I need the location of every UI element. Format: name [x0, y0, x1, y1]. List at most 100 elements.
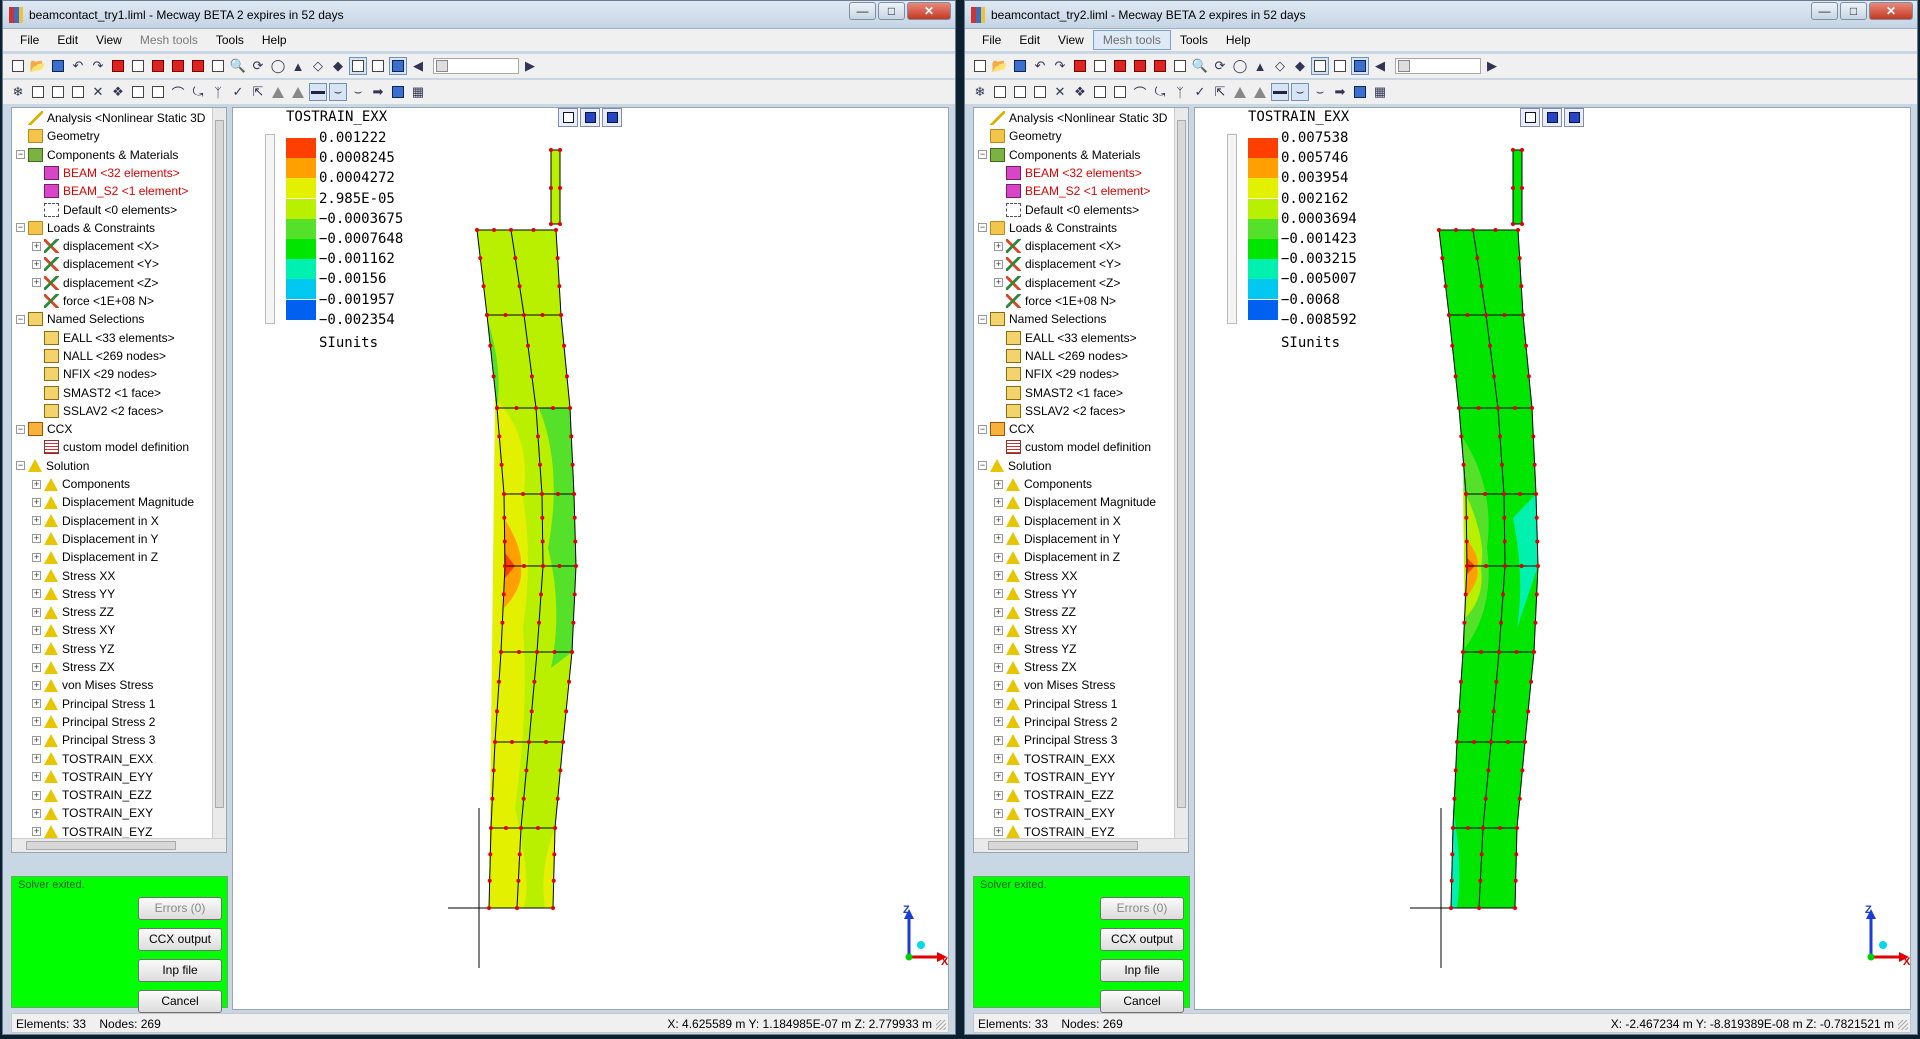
show-edges-icon[interactable] [1271, 83, 1289, 101]
undo-icon[interactable]: ↶ [69, 57, 87, 75]
close-button[interactable]: ✕ [907, 2, 951, 20]
menu-mesh-tools[interactable]: Mesh tools [131, 31, 207, 49]
tree-item-loads-constraints[interactable]: − Loads & Constraints [16, 219, 155, 237]
open-folder-icon[interactable]: 📂 [29, 57, 47, 75]
show-undeformed-icon[interactable]: ⌣ [1311, 83, 1329, 101]
view-direction-icon[interactable]: ▲ [1251, 57, 1269, 75]
tree-expander[interactable]: + [32, 754, 41, 763]
tree-expander[interactable]: + [32, 589, 41, 599]
tree-expander[interactable]: + [32, 516, 41, 526]
tree-item-force[interactable]: force <1E+08 N> [32, 292, 154, 310]
tree-expander[interactable]: − [978, 424, 987, 434]
triangle-icon[interactable] [1251, 83, 1269, 101]
menu-mesh-tools[interactable]: Mesh tools [1092, 30, 1171, 50]
tree-expander[interactable]: − [16, 150, 25, 160]
minimize-button[interactable]: — [1811, 2, 1838, 20]
copy-elements-icon[interactable] [29, 83, 47, 101]
tree-expander[interactable]: + [32, 790, 41, 800]
tree-item-tostrain-ezz[interactable]: + TOSTRAIN_EZZ [32, 786, 152, 804]
new-file-icon[interactable] [971, 57, 989, 75]
slider-knob[interactable] [436, 60, 448, 72]
tree-item-loads-constraints[interactable]: − Loads & Constraints [978, 219, 1117, 237]
solve-icon[interactable] [1071, 57, 1089, 75]
tree-item-beam-s2[interactable]: BEAM_S2 <1 element> [994, 182, 1150, 200]
show-loads-icon[interactable]: ➡ [1331, 83, 1349, 101]
tree-expander[interactable]: + [32, 278, 41, 288]
tree-expander[interactable]: + [994, 772, 1003, 782]
tree-horizontal-scrollbar[interactable] [974, 838, 1188, 852]
tree-item-displacement-in-z[interactable]: + Displacement in Z [32, 548, 158, 566]
tree-item-eall[interactable]: EALL <33 elements> [32, 329, 175, 347]
select-mode-icon[interactable] [129, 57, 147, 75]
tree-item-analysis[interactable]: Analysis <Nonlinear Static 3D [978, 109, 1167, 127]
tree-expander[interactable]: + [32, 571, 41, 580]
sweep-icon[interactable]: ⤿ [189, 83, 207, 101]
tree-expander[interactable]: + [32, 827, 41, 837]
tree-item-ccx[interactable]: − CCX [978, 420, 1034, 438]
tree-expander[interactable]: + [994, 571, 1003, 580]
fork-icon[interactable]: ᛉ [209, 83, 227, 101]
inp-file-button[interactable]: Inp file [138, 959, 222, 982]
cube-icon[interactable] [69, 83, 87, 101]
zoom-icon[interactable]: 🔍 [229, 57, 247, 75]
tree-item-displacement-in-y[interactable]: + Displacement in Y [32, 530, 159, 548]
tree-expander[interactable]: + [994, 278, 1003, 288]
tree-item-components[interactable]: + Components [994, 475, 1092, 493]
select-face-icon[interactable] [169, 57, 187, 75]
menu-view[interactable]: View [1049, 31, 1093, 49]
menu-edit[interactable]: Edit [48, 31, 87, 49]
tree-expander[interactable]: − [978, 223, 987, 233]
revolve-icon[interactable]: ⌒ [1131, 83, 1149, 101]
tree-item-solution[interactable]: − Solution [16, 457, 89, 475]
undo-icon[interactable]: ↶ [1031, 57, 1049, 75]
tree-expander[interactable]: + [994, 808, 1003, 818]
tree-item-custom[interactable]: custom model definition [32, 438, 189, 456]
tree-expander[interactable]: + [994, 827, 1003, 837]
tree-expander[interactable]: + [32, 497, 41, 507]
show-undeformed-icon[interactable]: ⌣ [349, 83, 367, 101]
extrude-icon[interactable] [149, 83, 167, 101]
mirror-icon[interactable] [1231, 83, 1249, 101]
show-loads-icon[interactable]: ➡ [369, 83, 387, 101]
scroll-left-icon[interactable]: ◀ [409, 57, 427, 75]
scale-icon[interactable]: ⇱ [1211, 83, 1229, 101]
maximize-button[interactable]: □ [1840, 2, 1867, 20]
zoom-fit-icon[interactable]: ◯ [1231, 57, 1249, 75]
tree-item-beam[interactable]: BEAM <32 elements> [994, 164, 1142, 182]
tree-item-sslav2[interactable]: SSLAV2 <2 faces> [32, 402, 164, 420]
mesh-view-icon[interactable] [389, 57, 407, 75]
tree-expander[interactable]: + [994, 735, 1003, 745]
tree-item-eall[interactable]: EALL <33 elements> [994, 329, 1137, 347]
resize-grip[interactable] [936, 1020, 946, 1030]
transparency-slider[interactable] [433, 58, 519, 74]
tree-item-principal-stress-3[interactable]: + Principal Stress 3 [994, 731, 1117, 749]
tree-expander[interactable]: + [32, 699, 41, 709]
tree-item-disp-z[interactable]: + displacement <Z> [32, 274, 158, 292]
tree-expander[interactable]: + [994, 259, 1003, 269]
tree-expander[interactable]: + [32, 662, 41, 672]
menu-help[interactable]: Help [1217, 31, 1260, 49]
sweep-icon[interactable]: ⤿ [1151, 83, 1169, 101]
tree-expander[interactable]: − [978, 150, 987, 160]
tree-item-nall[interactable]: NALL <269 nodes> [32, 347, 166, 365]
title-bar[interactable]: beamcontact_try2.liml - Mecway BETA 2 ex… [965, 1, 1917, 29]
view-direction-icon[interactable]: ▲ [289, 57, 307, 75]
tree-expander[interactable]: + [994, 552, 1003, 562]
tree-item-named-selections[interactable]: − Named Selections [16, 310, 144, 328]
tree-item-displacement-magnitude[interactable]: + Displacement Magnitude [32, 493, 194, 511]
tree-expander[interactable]: + [994, 497, 1003, 507]
select-node-icon[interactable] [1151, 57, 1169, 75]
tree-vertical-scrollbar[interactable] [1174, 108, 1188, 852]
tree-vertical-scrollbar[interactable] [212, 108, 226, 852]
tree-expander[interactable]: + [994, 662, 1003, 672]
tree-hscroll-thumb[interactable] [26, 841, 176, 850]
tree-expander[interactable]: − [978, 314, 987, 324]
cancel-button[interactable]: Cancel [138, 990, 222, 1013]
cancel-button[interactable]: Cancel [1100, 990, 1184, 1013]
tree-expander[interactable]: + [994, 479, 1003, 489]
split-icon[interactable] [1091, 83, 1109, 101]
tree-item-tostrain-exx[interactable]: + TOSTRAIN_EXX [32, 750, 153, 768]
tree-item-disp-x[interactable]: + displacement <X> [994, 237, 1121, 255]
tree-item-stress-xy[interactable]: + Stress XY [32, 621, 115, 639]
tree-item-principal-stress-2[interactable]: + Principal Stress 2 [994, 713, 1117, 731]
